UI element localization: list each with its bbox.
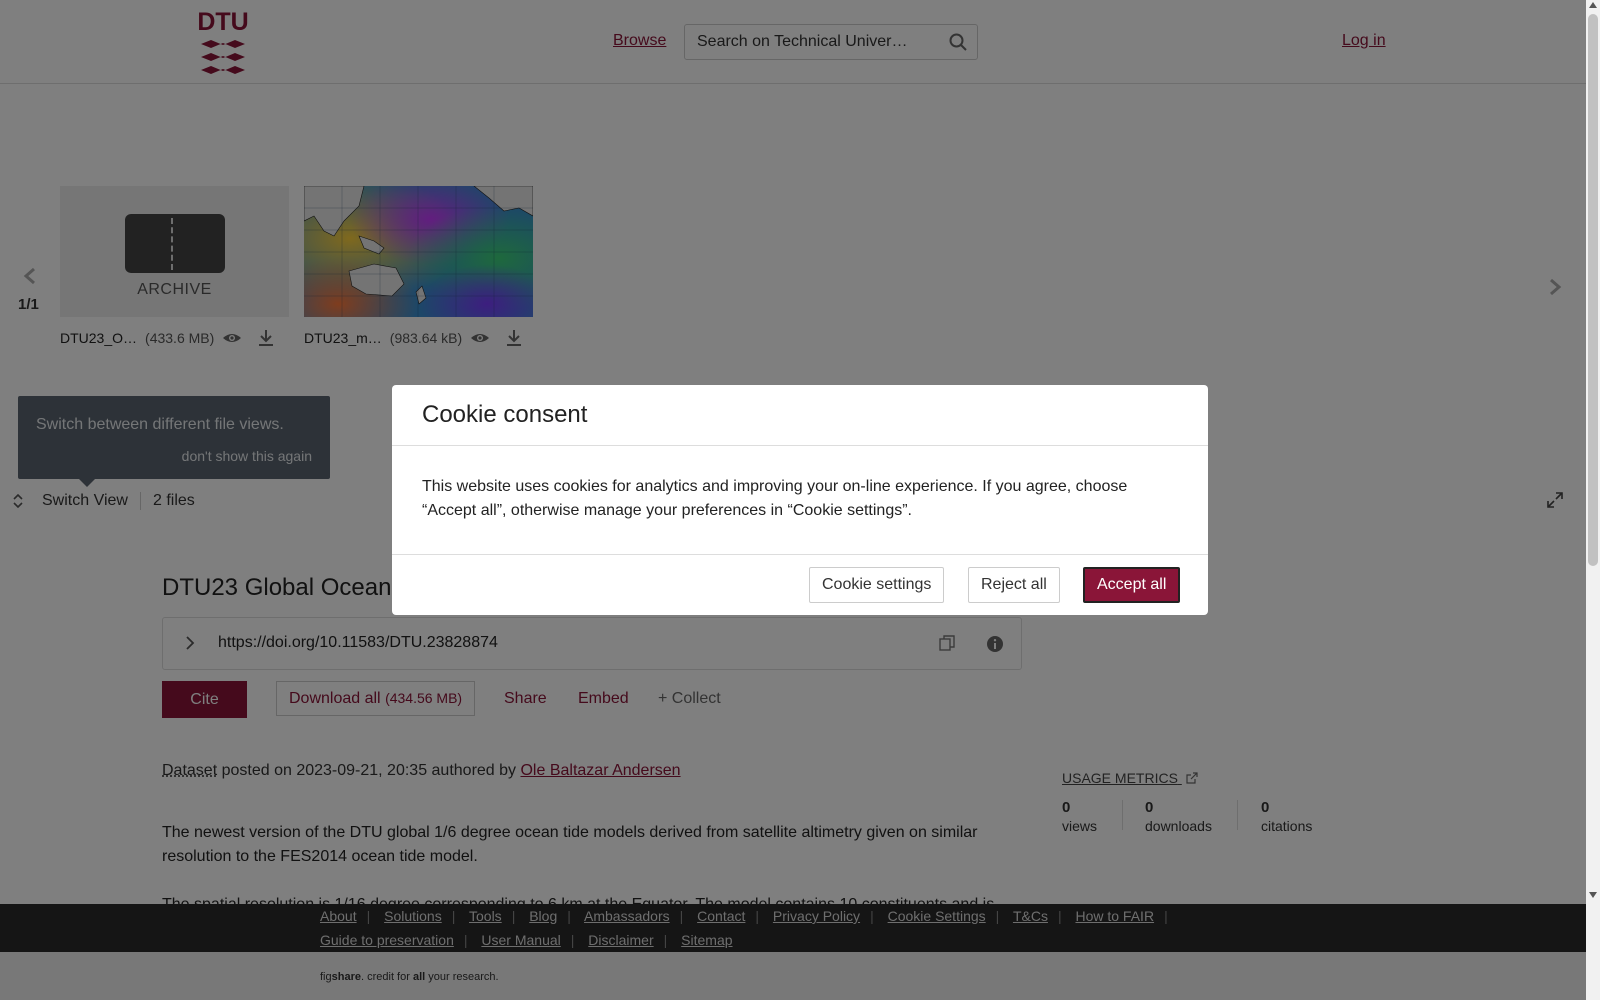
dialog-body: This website uses cookies for analytics … [422, 478, 1128, 519]
scroll-up-arrow-icon[interactable] [1589, 2, 1597, 8]
scroll-down-arrow-icon[interactable] [1589, 892, 1597, 898]
reject-all-button[interactable]: Reject all [968, 567, 1060, 603]
page-scrollbar[interactable] [1586, 0, 1600, 1000]
cookie-settings-button[interactable]: Cookie settings [809, 567, 945, 603]
cookie-consent-dialog: Cookie consent This website uses cookies… [392, 385, 1208, 615]
scrollbar-thumb[interactable] [1588, 14, 1598, 566]
accept-all-button[interactable]: Accept all [1083, 567, 1181, 603]
dialog-title: Cookie consent [422, 401, 588, 428]
